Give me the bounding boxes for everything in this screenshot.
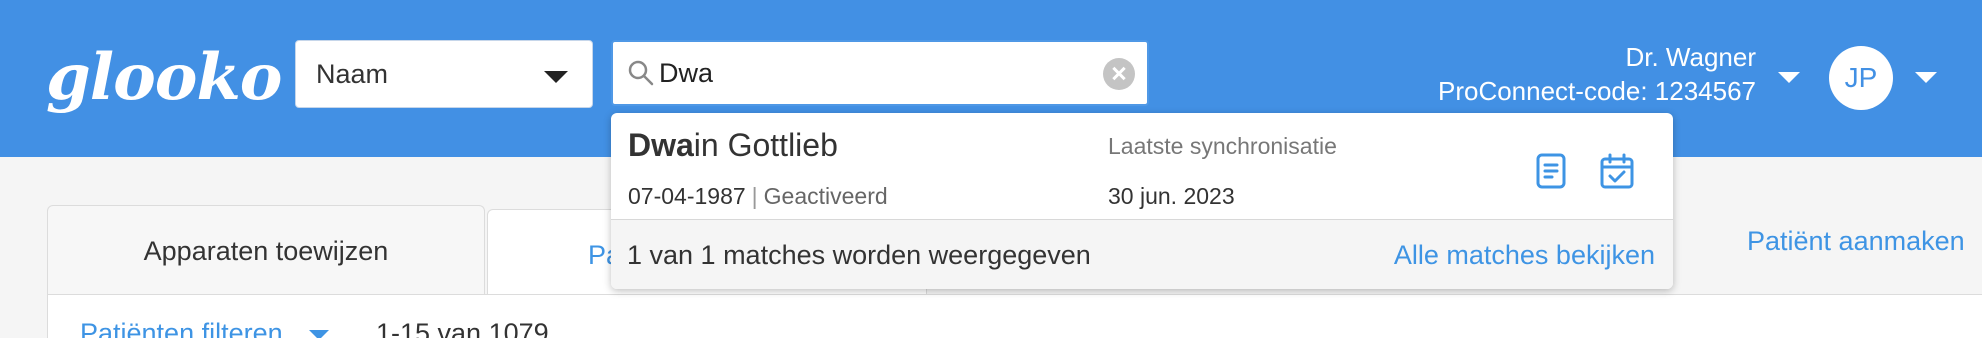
search-result-item[interactable]: Dwain Gottlieb 07-04-1987 | Geactiveerd La… <box>611 113 1673 219</box>
user-info[interactable]: Dr. Wagner ProConnect-code: 1234567 <box>1438 40 1756 108</box>
patient-dob: 07-04-1987 <box>628 183 746 209</box>
search-results-dropdown: Dwain Gottlieb 07-04-1987 | Geactiveerd La… <box>611 113 1673 289</box>
calendar-check-icon[interactable] <box>1600 153 1634 189</box>
last-sync-label: Laatste synchronisatie <box>1108 133 1337 159</box>
search-icon <box>628 60 654 86</box>
search-input[interactable] <box>659 50 1079 96</box>
clear-search-icon[interactable] <box>1103 58 1135 90</box>
report-icon[interactable] <box>1535 153 1567 189</box>
filter-patients-link[interactable]: Patiënten filteren <box>80 318 283 338</box>
patient-search-box[interactable] <box>611 40 1149 106</box>
glooko-logo[interactable]: glooko <box>46 38 282 118</box>
patient-list-panel <box>47 294 1982 338</box>
patient-meta: 07-04-1987 | Geactiveerd <box>628 183 888 210</box>
tab-assign-devices[interactable]: Apparaten toewijzen <box>47 205 485 295</box>
avatar-menu-caret-icon[interactable] <box>1915 72 1937 83</box>
patient-count: 1-15 van 1079 <box>376 318 549 338</box>
results-summary: 1 van 1 matches worden weergegeven <box>627 240 1091 270</box>
search-type-value: Naam <box>316 59 389 89</box>
last-sync-date: 30 jun. 2023 <box>1108 183 1235 209</box>
user-menu-caret-icon[interactable] <box>1778 72 1800 83</box>
patient-status: Geactiveerd <box>763 183 888 209</box>
patient-name: Dwain Gottlieb <box>628 127 838 164</box>
results-footer: 1 van 1 matches worden weergegeven Alle … <box>611 219 1673 289</box>
name-match-highlight: Dwa <box>628 127 694 163</box>
filter-caret-icon[interactable] <box>309 330 329 338</box>
view-all-matches-link[interactable]: Alle matches bekijken <box>1394 240 1655 271</box>
avatar[interactable]: JP <box>1829 46 1893 110</box>
name-rest: in Gottlieb <box>693 127 838 163</box>
create-patient-link[interactable]: Patiënt aanmaken <box>1747 226 1965 257</box>
meta-separator: | <box>751 183 758 209</box>
search-type-select[interactable]: Naam <box>295 40 593 108</box>
caret-down-icon <box>544 71 568 83</box>
user-name: Dr. Wagner <box>1625 42 1756 72</box>
proconnect-code: ProConnect-code: 1234567 <box>1437 76 1756 106</box>
